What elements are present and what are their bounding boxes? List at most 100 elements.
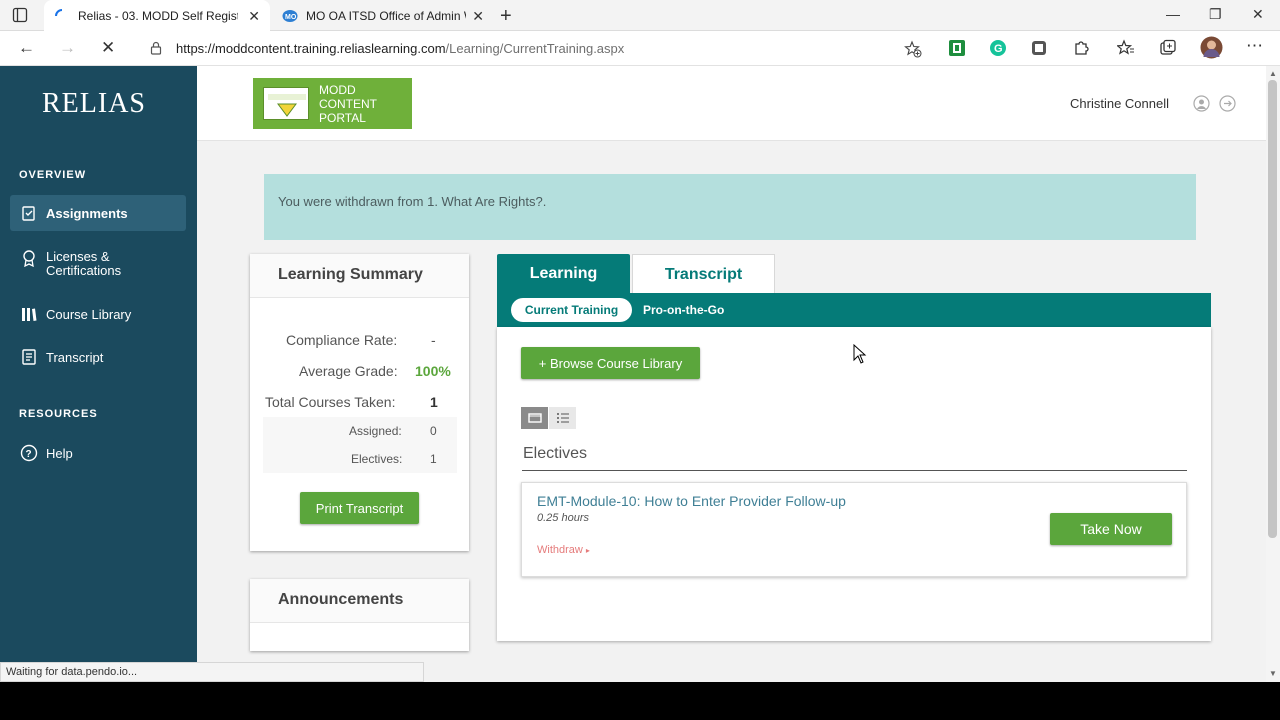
electives-label: Electives: <box>351 452 403 466</box>
subtab-pro-on-the-go[interactable]: Pro-on-the-Go <box>643 298 724 322</box>
print-transcript-button[interactable]: Print Transcript <box>300 492 419 524</box>
sidebar-item-label: Help <box>46 445 73 461</box>
relias-logo[interactable]: RELIAS <box>42 88 146 120</box>
sidebar-item-transcript[interactable]: Transcript <box>10 339 186 375</box>
svg-text:?: ? <box>26 449 32 460</box>
electives-divider <box>522 470 1187 471</box>
card-view-icon[interactable] <box>521 407 548 429</box>
withdraw-link[interactable]: Withdraw ▸ <box>537 544 590 556</box>
tab-actions-icon[interactable] <box>12 7 30 23</box>
url-path: /Learning/CurrentTraining.aspx <box>445 41 625 56</box>
maximize-icon[interactable]: ❐ <box>1209 6 1222 23</box>
sidebar-item-assignments[interactable]: Assignments <box>10 195 186 231</box>
total-label: Total Courses Taken: <box>265 394 396 410</box>
resources-heading: RESOURCES <box>19 408 98 420</box>
withdrawn-alert: You were withdrawn from 1. What Are Righ… <box>264 174 1196 240</box>
subtab-current-training[interactable]: Current Training <box>511 298 632 322</box>
address-bar: ← → ✕ https://moddcontent.training.relia… <box>0 31 1280 66</box>
tab-strip: Relias - 03. MODD Self Registrat ✕ MO MO… <box>0 0 1280 31</box>
favorites-icon[interactable] <box>1115 39 1135 57</box>
loading-icon <box>54 8 70 24</box>
top-header: MODD CONTENT PORTAL Christine Connell <box>197 66 1266 141</box>
grade-label: Average Grade: <box>299 363 398 379</box>
tab-title: MO OA ITSD Office of Admin W <box>306 8 466 23</box>
tab-title: Relias - 03. MODD Self Registrat <box>78 8 238 23</box>
tab-relias[interactable]: Relias - 03. MODD Self Registrat ✕ <box>44 0 270 31</box>
subtab-bar: Current Training Pro-on-the-Go <box>497 293 1211 327</box>
electives-value: 1 <box>430 452 437 466</box>
svg-text:G: G <box>994 43 1003 55</box>
forward-icon: → <box>59 38 76 57</box>
learning-summary-title: Learning Summary <box>250 254 469 298</box>
svg-text:MO: MO <box>285 14 297 21</box>
tab-mo-oa[interactable]: MO MO OA ITSD Office of Admin W ✕ <box>272 0 494 31</box>
profile-avatar[interactable] <box>1200 36 1223 59</box>
portal-line1: MODD <box>319 82 356 97</box>
minimize-icon[interactable]: — <box>1166 6 1180 22</box>
sidebar-item-label: Assignments <box>46 205 128 221</box>
list-view-icon[interactable] <box>549 407 576 429</box>
division-badge-icon <box>263 87 309 120</box>
collections-icon[interactable] <box>1159 39 1177 57</box>
announcements-title: Announcements <box>250 579 469 623</box>
more-options-icon[interactable]: ⋯ <box>1246 36 1263 56</box>
assigned-label: Assigned: <box>349 424 402 438</box>
url-field[interactable]: https://moddcontent.training.reliaslearn… <box>136 35 934 62</box>
sidebar: RELIAS OVERVIEW Assignments Licenses & Ce… <box>0 66 197 682</box>
total-value: 1 <box>430 394 438 410</box>
compliance-value: - <box>431 332 436 348</box>
user-profile-icon[interactable] <box>1193 95 1210 112</box>
course-hours: 0.25 hours <box>537 512 589 524</box>
overview-heading: OVERVIEW <box>19 169 87 181</box>
browse-course-library-button[interactable]: + Browse Course Library <box>521 347 700 379</box>
sidebar-item-licenses[interactable]: Licenses & Certifications <box>10 243 186 285</box>
sidebar-item-course-library[interactable]: Course Library <box>10 296 186 332</box>
scroll-up-icon[interactable]: ▲ <box>1269 69 1277 78</box>
add-favorite-icon[interactable] <box>904 40 922 61</box>
portal-line2: CONTENT PORTAL <box>319 96 377 125</box>
course-title-link[interactable]: EMT-Module-10: How to Enter Provider Fol… <box>537 493 846 509</box>
scroll-down-icon[interactable]: ▼ <box>1269 669 1277 678</box>
stop-icon[interactable]: ✕ <box>101 38 115 58</box>
sidebar-item-label: Licenses & <box>46 249 110 264</box>
sidebar-item-help[interactable]: ? Help <box>10 435 186 471</box>
close-tab-icon[interactable]: ✕ <box>248 8 260 25</box>
mouse-cursor-icon <box>853 343 867 369</box>
compliance-label: Compliance Rate: <box>286 332 398 348</box>
grammarly-icon[interactable]: G <box>989 39 1007 57</box>
withdraw-label: Withdraw <box>537 544 583 556</box>
help-icon: ? <box>20 444 38 462</box>
electives-heading: Electives <box>523 445 588 462</box>
current-training-content: + Browse Course Library Electives EMT-Mo… <box>497 327 1211 641</box>
user-name[interactable]: Christine Connell <box>1070 96 1169 111</box>
site-favicon-icon: MO <box>282 8 298 24</box>
extension-icon[interactable] <box>1030 39 1048 57</box>
grade-value: 100% <box>415 363 451 379</box>
page-content: RELIAS OVERVIEW Assignments Licenses & Ce… <box>0 66 1266 682</box>
page-scrollbar[interactable]: ▲ ▼ <box>1266 66 1280 682</box>
close-tab-icon[interactable]: ✕ <box>472 8 484 25</box>
learning-summary-card: Learning Summary Compliance Rate: - Aver… <box>250 254 469 551</box>
assigned-value: 0 <box>430 424 437 438</box>
puzzle-icon[interactable] <box>1072 39 1090 57</box>
sidebar-item-label: Course Library <box>46 306 132 322</box>
take-now-button[interactable]: Take Now <box>1050 513 1172 545</box>
assigned-row: Assigned: 0 <box>263 417 457 445</box>
logout-icon[interactable] <box>1219 95 1236 112</box>
scrollbar-thumb[interactable] <box>1268 80 1277 538</box>
course-card: EMT-Module-10: How to Enter Provider Fol… <box>521 482 1187 577</box>
back-icon[interactable]: ← <box>18 38 35 58</box>
modd-portal-logo[interactable]: MODD CONTENT PORTAL <box>253 78 412 129</box>
sidebar-item-label: Transcript <box>46 349 104 365</box>
transcript-icon <box>20 348 38 366</box>
electives-row: Electives: 1 <box>263 445 457 473</box>
new-tab-icon[interactable]: + <box>500 5 512 28</box>
extension-green-icon[interactable] <box>948 39 966 57</box>
sidebar-item-label-2: Certifications <box>46 263 122 278</box>
tab-learning[interactable]: Learning <box>497 254 630 294</box>
tab-transcript[interactable]: Transcript <box>632 254 775 294</box>
close-window-icon[interactable]: ✕ <box>1252 6 1264 23</box>
url-host: https://moddcontent.training.reliaslearn… <box>176 41 446 56</box>
lock-icon[interactable] <box>150 41 162 58</box>
status-bar: Waiting for data.pendo.io... <box>0 662 424 682</box>
